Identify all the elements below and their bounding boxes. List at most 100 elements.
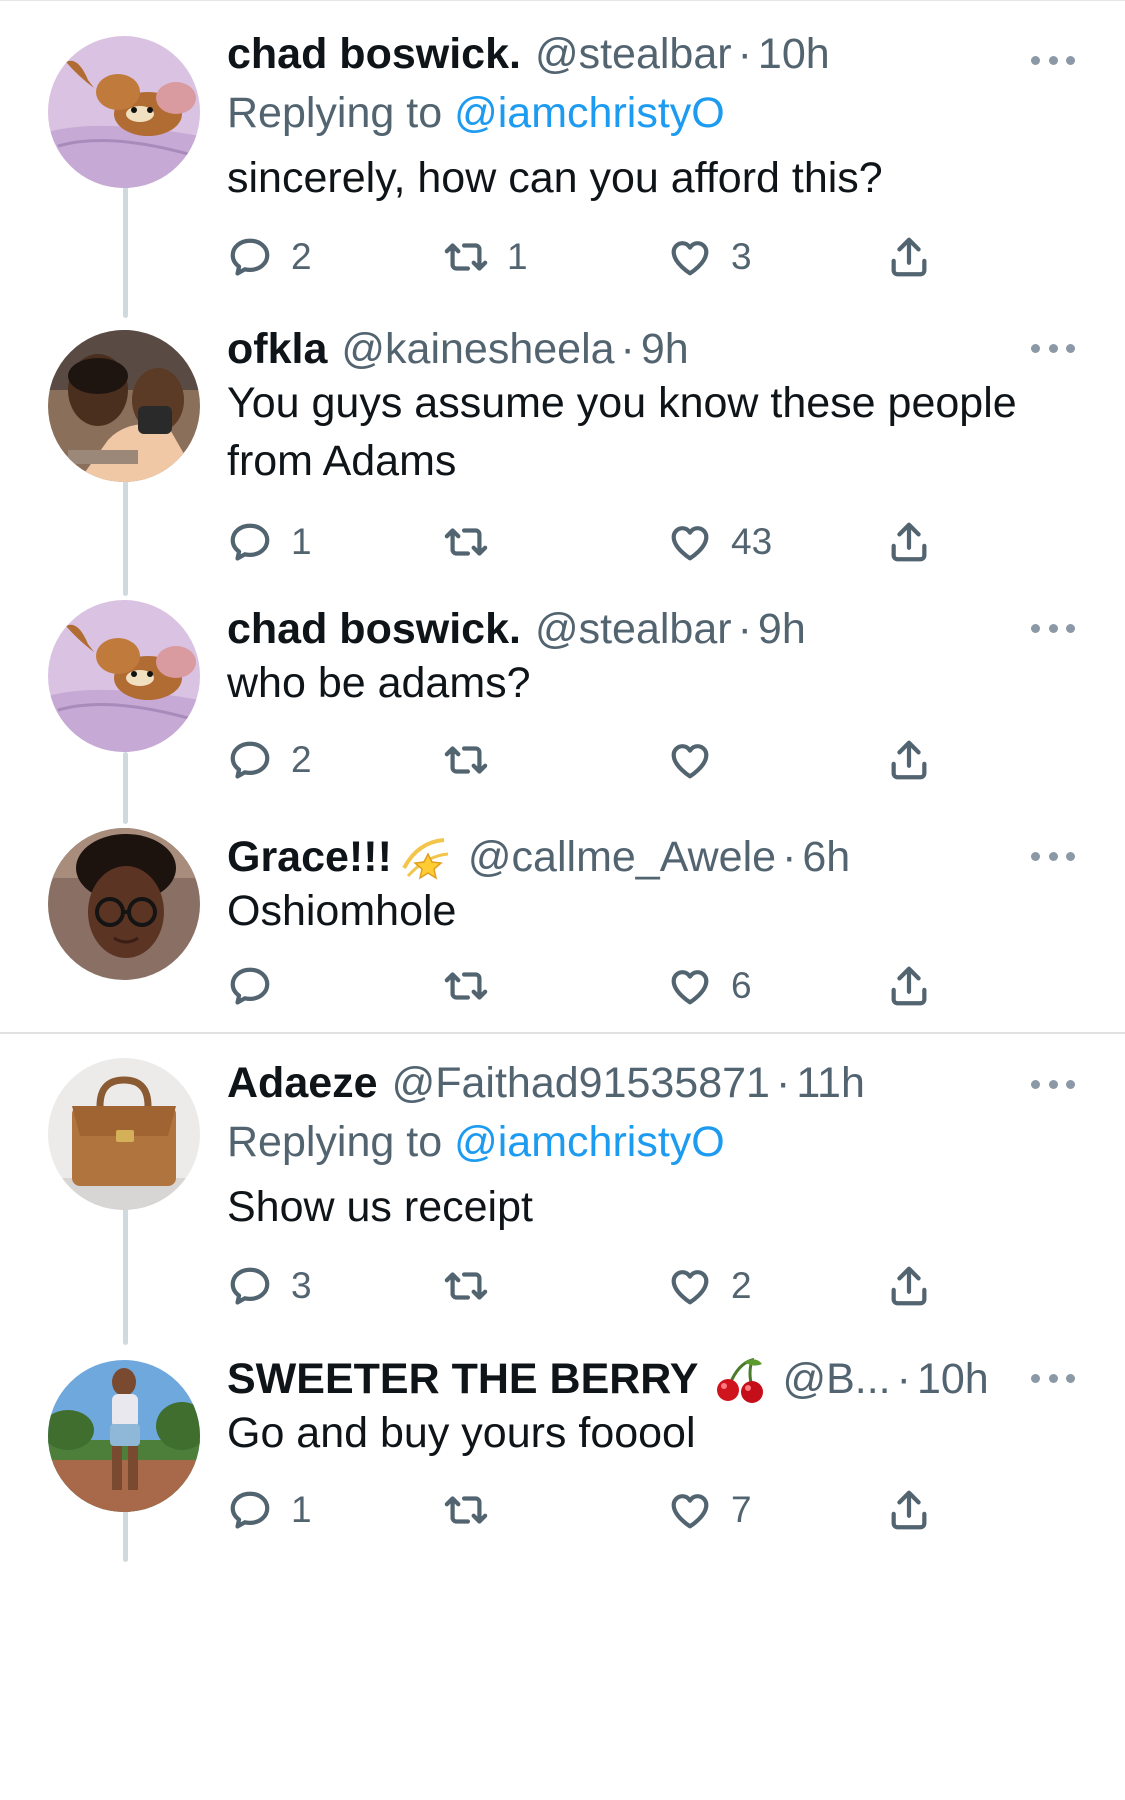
retweet-icon	[444, 1496, 488, 1524]
timestamp[interactable]: 9h	[758, 600, 806, 658]
username[interactable]: @stealbar	[535, 600, 732, 658]
more-icon[interactable]	[1031, 1372, 1075, 1384]
like-button[interactable]: 6	[667, 958, 752, 1014]
avatar[interactable]	[48, 1058, 200, 1210]
timestamp[interactable]: 6h	[802, 828, 850, 886]
reply-icon	[230, 967, 270, 1005]
username[interactable]: @stealbar	[535, 25, 732, 83]
retweet-button[interactable]	[443, 732, 507, 788]
reply-icon	[230, 1267, 270, 1305]
retweet-button[interactable]	[443, 958, 507, 1014]
tweet[interactable]: Grace!!! @callme_Awele · 6h Oshiomhole 6	[0, 828, 1125, 1028]
avatar[interactable]	[48, 36, 200, 188]
action-bar: 2 1 3	[227, 229, 1075, 285]
retweet-button[interactable]	[443, 1482, 507, 1538]
like-count: 7	[731, 1489, 752, 1530]
tweet[interactable]: SWEETER THE BERRY @B... · 10h Go and buy…	[0, 1350, 1125, 1580]
like-button[interactable]: 43	[667, 514, 772, 570]
like-button[interactable]: 2	[667, 1258, 752, 1314]
tweet-text-line: You guys assume you know these people	[227, 379, 1017, 427]
timestamp[interactable]: 9h	[641, 320, 689, 378]
replying-to: Replying to @iamchristyO	[227, 83, 1075, 143]
separator: ·	[620, 325, 635, 373]
like-button[interactable]	[667, 732, 731, 788]
reply-icon	[230, 1491, 270, 1529]
mention-link[interactable]: @iamchristyO	[454, 1118, 725, 1166]
display-name[interactable]: SWEETER THE BERRY	[227, 1350, 698, 1408]
share-button[interactable]	[886, 514, 932, 570]
username[interactable]: @kainesheela	[341, 320, 614, 378]
retweet-icon	[444, 243, 488, 271]
reply-button[interactable]	[227, 958, 291, 1014]
reply-button[interactable]: 1	[227, 514, 312, 570]
share-button[interactable]	[886, 958, 932, 1014]
like-count: 3	[731, 236, 752, 277]
share-button[interactable]	[886, 1482, 932, 1538]
heart-icon	[671, 526, 709, 561]
timestamp[interactable]: 11h	[796, 1054, 865, 1112]
separator: ·	[896, 1355, 911, 1403]
reply-button[interactable]: 2	[227, 732, 312, 788]
display-name[interactable]: chad boswick.	[227, 600, 521, 658]
tweet-text: Show us receipt	[227, 1183, 533, 1231]
tweet-header: chad boswick. @stealbar · 9h	[227, 600, 1075, 658]
more-icon[interactable]	[1031, 622, 1075, 634]
tweet-text: Go and buy yours fooool	[227, 1409, 696, 1457]
share-icon	[891, 1490, 927, 1530]
share-button[interactable]	[886, 229, 932, 285]
username[interactable]: @callme_Awele	[468, 828, 776, 886]
tweet-text: sincerely, how can you afford this?	[227, 154, 883, 202]
display-name[interactable]: Grace!!!	[227, 828, 392, 886]
reply-button[interactable]: 2	[227, 229, 312, 285]
retweet-icon	[444, 1272, 488, 1300]
heart-icon	[671, 1494, 709, 1529]
retweet-button[interactable]	[443, 1258, 507, 1314]
separator: ·	[737, 30, 752, 78]
replying-to-label: Replying to	[227, 89, 443, 137]
display-name[interactable]: ofkla	[227, 320, 327, 378]
tweet[interactable]: ofkla @kainesheela · 9h You guys assume …	[0, 320, 1125, 590]
reply-count: 2	[291, 236, 312, 277]
tweet-text: You guys assume you know these people fr…	[227, 374, 1075, 490]
more-icon[interactable]	[1031, 54, 1075, 66]
username[interactable]: @Faithad91535871	[392, 1054, 770, 1112]
heart-icon	[671, 744, 709, 779]
more-icon[interactable]	[1031, 342, 1075, 354]
reply-count: 2	[291, 739, 312, 780]
tweet[interactable]: chad boswick. @stealbar · 9h who be adam…	[0, 600, 1125, 820]
like-button[interactable]: 3	[667, 229, 752, 285]
reply-count: 3	[291, 1265, 312, 1306]
reply-count: 1	[291, 521, 312, 562]
share-button[interactable]	[886, 732, 932, 788]
reply-icon	[230, 523, 270, 561]
avatar[interactable]	[48, 1360, 200, 1512]
avatar[interactable]	[48, 828, 200, 980]
more-icon[interactable]	[1031, 1078, 1075, 1090]
tweet[interactable]: Adaeze @Faithad91535871 · 11h Replying t…	[0, 1054, 1125, 1344]
more-icon[interactable]	[1031, 850, 1075, 862]
tweet[interactable]: chad boswick. @stealbar · 10h Replying t…	[0, 0, 1125, 300]
username[interactable]: @B...	[782, 1350, 890, 1408]
avatar[interactable]	[48, 330, 200, 482]
like-button[interactable]: 7	[667, 1482, 752, 1538]
heart-icon	[671, 1270, 709, 1305]
replying-to: Replying to @iamchristyO	[227, 1112, 1075, 1172]
heart-icon	[671, 970, 709, 1005]
action-bar: 6	[227, 958, 1075, 1014]
timestamp[interactable]: 10h	[917, 1350, 989, 1408]
tweet-header: SWEETER THE BERRY @B... · 10h	[227, 1350, 1075, 1408]
like-count: 43	[731, 521, 773, 562]
action-bar: 2	[227, 732, 1075, 788]
mention-link[interactable]: @iamchristyO	[454, 89, 725, 137]
reply-button[interactable]: 3	[227, 1258, 312, 1314]
display-name[interactable]: Adaeze	[227, 1054, 378, 1112]
share-icon	[891, 1266, 927, 1306]
retweet-button[interactable]	[443, 514, 507, 570]
avatar[interactable]	[48, 600, 200, 752]
timestamp[interactable]: 10h	[758, 25, 830, 83]
share-button[interactable]	[886, 1258, 932, 1314]
retweet-button[interactable]: 1	[443, 229, 528, 285]
display-name[interactable]: chad boswick.	[227, 25, 521, 83]
retweet-count: 1	[507, 236, 528, 277]
reply-button[interactable]: 1	[227, 1482, 312, 1538]
